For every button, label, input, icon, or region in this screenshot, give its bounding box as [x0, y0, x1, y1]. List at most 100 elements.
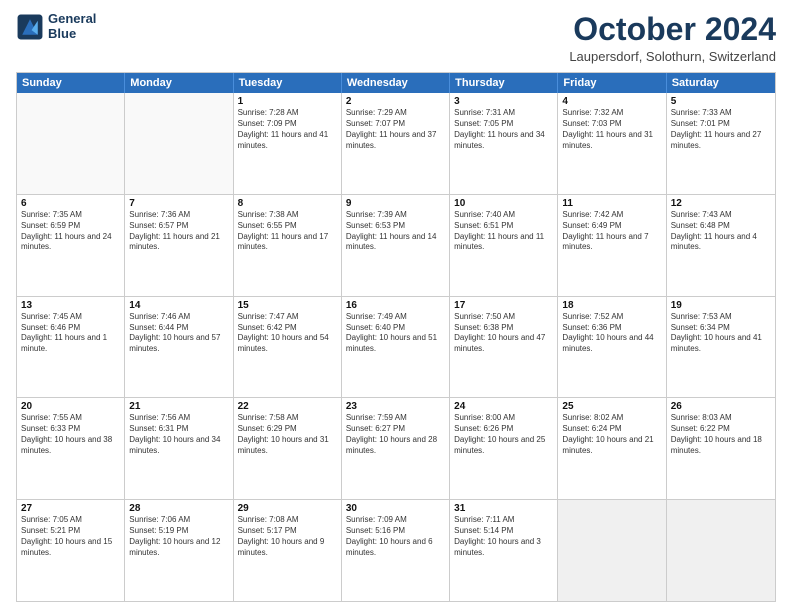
calendar-cell-0-5: 4Sunrise: 7:32 AM Sunset: 7:03 PM Daylig…	[558, 93, 666, 194]
calendar-row-4: 27Sunrise: 7:05 AM Sunset: 5:21 PM Dayli…	[17, 499, 775, 601]
calendar-cell-4-0: 27Sunrise: 7:05 AM Sunset: 5:21 PM Dayli…	[17, 500, 125, 601]
calendar-cell-4-2: 29Sunrise: 7:08 AM Sunset: 5:17 PM Dayli…	[234, 500, 342, 601]
calendar-cell-3-0: 20Sunrise: 7:55 AM Sunset: 6:33 PM Dayli…	[17, 398, 125, 499]
calendar-cell-2-6: 19Sunrise: 7:53 AM Sunset: 6:34 PM Dayli…	[667, 297, 775, 398]
calendar-cell-0-6: 5Sunrise: 7:33 AM Sunset: 7:01 PM Daylig…	[667, 93, 775, 194]
cell-info: Sunrise: 7:35 AM Sunset: 6:59 PM Dayligh…	[21, 210, 120, 253]
calendar-cell-1-6: 12Sunrise: 7:43 AM Sunset: 6:48 PM Dayli…	[667, 195, 775, 296]
calendar-cell-2-5: 18Sunrise: 7:52 AM Sunset: 6:36 PM Dayli…	[558, 297, 666, 398]
cell-info: Sunrise: 7:33 AM Sunset: 7:01 PM Dayligh…	[671, 108, 771, 151]
cell-info: Sunrise: 7:53 AM Sunset: 6:34 PM Dayligh…	[671, 312, 771, 355]
weekday-header-monday: Monday	[125, 73, 233, 93]
calendar-cell-1-0: 6Sunrise: 7:35 AM Sunset: 6:59 PM Daylig…	[17, 195, 125, 296]
logo-line2: Blue	[48, 27, 96, 42]
cell-info: Sunrise: 7:58 AM Sunset: 6:29 PM Dayligh…	[238, 413, 337, 456]
calendar-cell-2-3: 16Sunrise: 7:49 AM Sunset: 6:40 PM Dayli…	[342, 297, 450, 398]
calendar-cell-4-1: 28Sunrise: 7:06 AM Sunset: 5:19 PM Dayli…	[125, 500, 233, 601]
logo-text: General Blue	[48, 12, 96, 42]
calendar-cell-3-2: 22Sunrise: 7:58 AM Sunset: 6:29 PM Dayli…	[234, 398, 342, 499]
cell-info: Sunrise: 7:05 AM Sunset: 5:21 PM Dayligh…	[21, 515, 120, 558]
day-number: 4	[562, 96, 661, 107]
calendar-cell-0-0	[17, 93, 125, 194]
day-number: 6	[21, 198, 120, 209]
day-number: 3	[454, 96, 553, 107]
cell-info: Sunrise: 7:08 AM Sunset: 5:17 PM Dayligh…	[238, 515, 337, 558]
calendar-cell-3-1: 21Sunrise: 7:56 AM Sunset: 6:31 PM Dayli…	[125, 398, 233, 499]
cell-info: Sunrise: 7:31 AM Sunset: 7:05 PM Dayligh…	[454, 108, 553, 151]
calendar-cell-3-6: 26Sunrise: 8:03 AM Sunset: 6:22 PM Dayli…	[667, 398, 775, 499]
calendar-cell-0-3: 2Sunrise: 7:29 AM Sunset: 7:07 PM Daylig…	[342, 93, 450, 194]
header: General Blue October 2024 Laupersdorf, S…	[16, 12, 776, 64]
cell-info: Sunrise: 7:29 AM Sunset: 7:07 PM Dayligh…	[346, 108, 445, 151]
calendar-cell-0-2: 1Sunrise: 7:28 AM Sunset: 7:09 PM Daylig…	[234, 93, 342, 194]
calendar-cell-1-3: 9Sunrise: 7:39 AM Sunset: 6:53 PM Daylig…	[342, 195, 450, 296]
weekday-header-saturday: Saturday	[667, 73, 775, 93]
cell-info: Sunrise: 7:39 AM Sunset: 6:53 PM Dayligh…	[346, 210, 445, 253]
calendar-body: 1Sunrise: 7:28 AM Sunset: 7:09 PM Daylig…	[17, 93, 775, 601]
cell-info: Sunrise: 7:38 AM Sunset: 6:55 PM Dayligh…	[238, 210, 337, 253]
calendar-row-0: 1Sunrise: 7:28 AM Sunset: 7:09 PM Daylig…	[17, 93, 775, 194]
day-number: 26	[671, 401, 771, 412]
day-number: 28	[129, 503, 228, 514]
cell-info: Sunrise: 7:43 AM Sunset: 6:48 PM Dayligh…	[671, 210, 771, 253]
day-number: 31	[454, 503, 553, 514]
logo: General Blue	[16, 12, 96, 42]
calendar-cell-0-4: 3Sunrise: 7:31 AM Sunset: 7:05 PM Daylig…	[450, 93, 558, 194]
day-number: 29	[238, 503, 337, 514]
calendar-cell-4-5	[558, 500, 666, 601]
weekday-header-friday: Friday	[558, 73, 666, 93]
day-number: 20	[21, 401, 120, 412]
cell-info: Sunrise: 7:50 AM Sunset: 6:38 PM Dayligh…	[454, 312, 553, 355]
calendar-cell-2-4: 17Sunrise: 7:50 AM Sunset: 6:38 PM Dayli…	[450, 297, 558, 398]
calendar-cell-3-3: 23Sunrise: 7:59 AM Sunset: 6:27 PM Dayli…	[342, 398, 450, 499]
cell-info: Sunrise: 7:42 AM Sunset: 6:49 PM Dayligh…	[562, 210, 661, 253]
day-number: 25	[562, 401, 661, 412]
calendar-cell-2-1: 14Sunrise: 7:46 AM Sunset: 6:44 PM Dayli…	[125, 297, 233, 398]
day-number: 19	[671, 300, 771, 311]
day-number: 12	[671, 198, 771, 209]
day-number: 1	[238, 96, 337, 107]
day-number: 23	[346, 401, 445, 412]
day-number: 30	[346, 503, 445, 514]
logo-line1: General	[48, 12, 96, 27]
cell-info: Sunrise: 7:06 AM Sunset: 5:19 PM Dayligh…	[129, 515, 228, 558]
cell-info: Sunrise: 7:09 AM Sunset: 5:16 PM Dayligh…	[346, 515, 445, 558]
calendar-cell-4-6	[667, 500, 775, 601]
calendar-row-3: 20Sunrise: 7:55 AM Sunset: 6:33 PM Dayli…	[17, 397, 775, 499]
day-number: 7	[129, 198, 228, 209]
weekday-header-sunday: Sunday	[17, 73, 125, 93]
calendar-cell-4-4: 31Sunrise: 7:11 AM Sunset: 5:14 PM Dayli…	[450, 500, 558, 601]
cell-info: Sunrise: 7:52 AM Sunset: 6:36 PM Dayligh…	[562, 312, 661, 355]
cell-info: Sunrise: 7:32 AM Sunset: 7:03 PM Dayligh…	[562, 108, 661, 151]
cell-info: Sunrise: 8:03 AM Sunset: 6:22 PM Dayligh…	[671, 413, 771, 456]
cell-info: Sunrise: 7:40 AM Sunset: 6:51 PM Dayligh…	[454, 210, 553, 253]
weekday-header-tuesday: Tuesday	[234, 73, 342, 93]
day-number: 2	[346, 96, 445, 107]
calendar-row-2: 13Sunrise: 7:45 AM Sunset: 6:46 PM Dayli…	[17, 296, 775, 398]
day-number: 21	[129, 401, 228, 412]
day-number: 16	[346, 300, 445, 311]
calendar-cell-2-0: 13Sunrise: 7:45 AM Sunset: 6:46 PM Dayli…	[17, 297, 125, 398]
cell-info: Sunrise: 8:02 AM Sunset: 6:24 PM Dayligh…	[562, 413, 661, 456]
calendar-cell-0-1	[125, 93, 233, 194]
day-number: 5	[671, 96, 771, 107]
title-block: October 2024 Laupersdorf, Solothurn, Swi…	[569, 12, 776, 64]
cell-info: Sunrise: 7:59 AM Sunset: 6:27 PM Dayligh…	[346, 413, 445, 456]
day-number: 15	[238, 300, 337, 311]
calendar-cell-1-2: 8Sunrise: 7:38 AM Sunset: 6:55 PM Daylig…	[234, 195, 342, 296]
day-number: 13	[21, 300, 120, 311]
calendar-cell-3-5: 25Sunrise: 8:02 AM Sunset: 6:24 PM Dayli…	[558, 398, 666, 499]
cell-info: Sunrise: 7:55 AM Sunset: 6:33 PM Dayligh…	[21, 413, 120, 456]
day-number: 8	[238, 198, 337, 209]
day-number: 27	[21, 503, 120, 514]
month-title: October 2024	[569, 12, 776, 47]
day-number: 18	[562, 300, 661, 311]
calendar-cell-4-3: 30Sunrise: 7:09 AM Sunset: 5:16 PM Dayli…	[342, 500, 450, 601]
day-number: 9	[346, 198, 445, 209]
subtitle: Laupersdorf, Solothurn, Switzerland	[569, 49, 776, 64]
day-number: 24	[454, 401, 553, 412]
cell-info: Sunrise: 7:49 AM Sunset: 6:40 PM Dayligh…	[346, 312, 445, 355]
calendar-cell-1-4: 10Sunrise: 7:40 AM Sunset: 6:51 PM Dayli…	[450, 195, 558, 296]
day-number: 17	[454, 300, 553, 311]
calendar-row-1: 6Sunrise: 7:35 AM Sunset: 6:59 PM Daylig…	[17, 194, 775, 296]
